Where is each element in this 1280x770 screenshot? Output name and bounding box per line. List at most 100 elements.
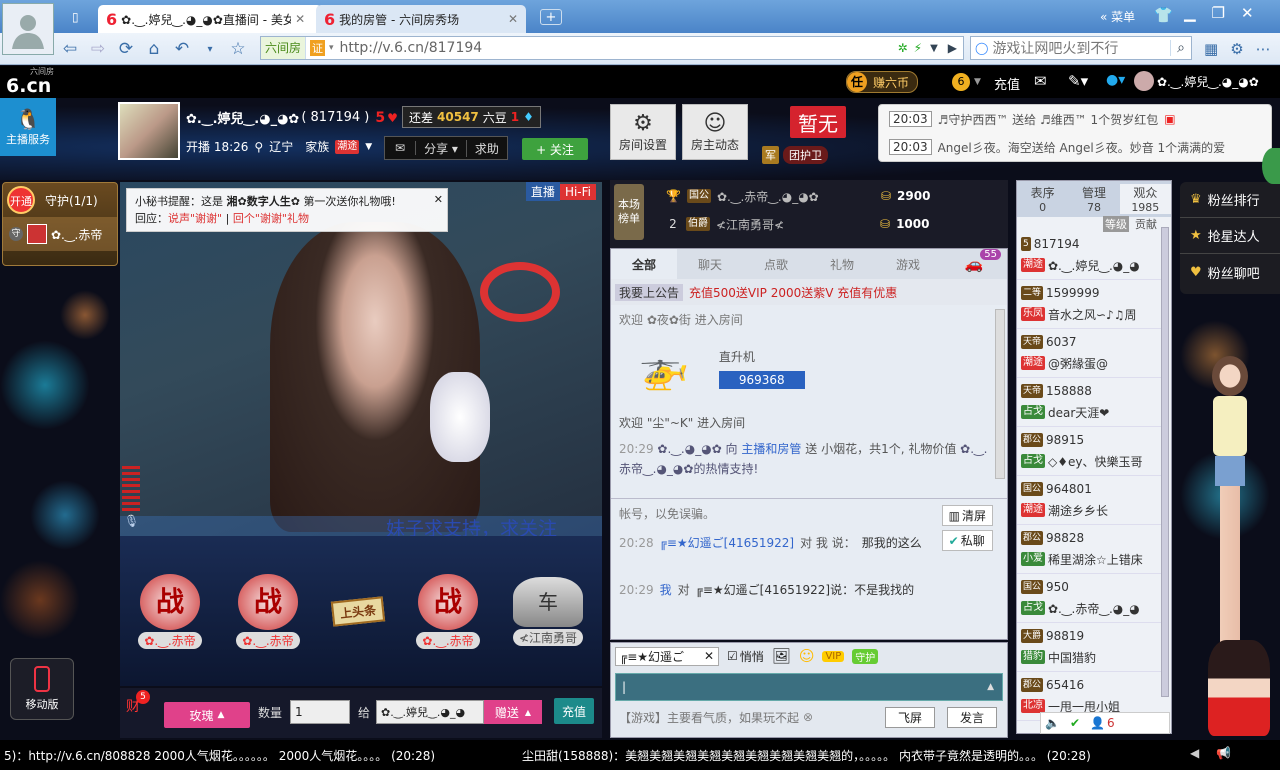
user-row[interactable]: 郡公 98828 小爱 稀里湖涂☆上错床 xyxy=(1017,525,1161,574)
lightning-icon[interactable]: ⚡ xyxy=(914,41,922,55)
user-list-scrollbar[interactable] xyxy=(1161,227,1169,697)
owner-dynamic-button[interactable]: ☺ 房主动态 xyxy=(682,104,748,160)
room-settings-button[interactable]: ⚙ 房间设置 xyxy=(610,104,676,160)
ticker-bullhorn-icon[interactable]: 📢 xyxy=(1216,746,1231,760)
chat-input[interactable]: | ▲ xyxy=(615,673,1003,701)
whisper-checkbox[interactable]: ☑ 悄悄 xyxy=(727,648,764,665)
browser-user-avatar[interactable] xyxy=(2,3,54,55)
tab-all[interactable]: 全部 xyxy=(611,249,677,279)
sort-contribution[interactable]: 贡献 xyxy=(1135,216,1157,232)
close-window-icon[interactable]: ✕ xyxy=(1241,4,1254,22)
user-row[interactable]: 国公 950 占戈 ✿.‿.赤帝‿.◕_◕ xyxy=(1017,574,1161,623)
browser-search-box[interactable]: ◯ 游戏让网吧火到不行 ⌕ xyxy=(970,36,1192,60)
overflow-icon[interactable]: ⋯ xyxy=(1256,40,1271,58)
refresh-icon[interactable]: ⟳ xyxy=(114,37,138,61)
clear-screen-button[interactable]: ▥ 清屏 xyxy=(941,505,993,526)
private-chat-button[interactable]: ✔ 私聊 xyxy=(941,530,993,551)
site-logo[interactable]: 六间房 6.cn xyxy=(6,68,54,97)
vip-emoji-button[interactable]: VIP xyxy=(822,650,845,662)
emoji-icon[interactable]: ☺ xyxy=(799,647,815,665)
guard-member[interactable]: 守 ✿.‿.赤帝 xyxy=(3,217,117,251)
close-icon[interactable]: ⊗ xyxy=(803,710,813,724)
star-grabber-button[interactable]: ★ 抢星达人 xyxy=(1180,218,1280,254)
user-menu[interactable]: ✿.‿.婷兒‿.◕_◕✿ xyxy=(1134,71,1259,91)
close-icon[interactable]: ✕ xyxy=(704,649,714,663)
user-row[interactable]: 天帝 158888 占戈 dear天涯❤ xyxy=(1017,378,1161,427)
share-button[interactable]: 分享 ▾ xyxy=(416,139,467,157)
guard-group[interactable]: 军 团护卫 xyxy=(762,146,828,164)
apps-icon[interactable]: ▦ xyxy=(1204,40,1218,58)
guard-emoji-button[interactable]: 守护 xyxy=(852,648,879,664)
tab-songs[interactable]: 点歌 xyxy=(743,249,809,279)
user-row[interactable]: 大爵 98819 猎豹 中国猎豹 xyxy=(1017,623,1161,672)
tab-admins[interactable]: 管理 78 xyxy=(1068,184,1119,214)
search-engine-icon[interactable]: ◯ xyxy=(975,41,988,55)
tab-gifts[interactable]: 礼物 xyxy=(809,249,875,279)
tab-audience[interactable]: 观众 1985 xyxy=(1119,184,1171,214)
rank-row[interactable]: 🏆 国公 ✿.‿.赤帝‿.◕_◕✿ ⛁ 2900 xyxy=(666,184,930,208)
tab-games[interactable]: 游戏 xyxy=(875,249,941,279)
skin-icon[interactable]: 👕 xyxy=(1154,6,1173,24)
recharge-link[interactable]: 充值 xyxy=(994,74,1020,93)
fan-ranking-button[interactable]: ♛ 粉丝排行 xyxy=(1180,182,1280,218)
restore-icon[interactable]: ❐ xyxy=(1212,4,1225,22)
user-row[interactable]: 天帝 6037 潮途 @粥緣蛋@ xyxy=(1017,329,1161,378)
ticker-speaker-icon[interactable]: ◀ xyxy=(1190,746,1199,760)
mobile-version-button[interactable]: 移动版 xyxy=(10,658,74,720)
edit-icon[interactable]: ✎▾ xyxy=(1068,72,1088,90)
gift-select[interactable]: 玫瑰 ▲ xyxy=(164,702,250,728)
user-row[interactable]: 郡公 98915 占戈 ◇♦ey、快樂玉哥 xyxy=(1017,427,1161,476)
sort-level[interactable]: 等级 xyxy=(1103,216,1129,232)
browser-tab[interactable]: 6 我的房管 - 六间房秀场 ✕ xyxy=(316,5,526,33)
gift-item[interactable]: 战 ✿.‿.赤帝 xyxy=(224,573,312,649)
quantity-input[interactable]: 1 xyxy=(290,700,350,724)
gift-item[interactable]: 车 ≮江南勇哥 xyxy=(502,576,594,646)
gift-bag-button[interactable]: 财 5 xyxy=(126,690,150,716)
chevron-up-icon[interactable]: ▲ xyxy=(987,682,994,692)
go-icon[interactable]: ▶ xyxy=(948,41,957,55)
menu-button[interactable]: « 菜单 xyxy=(1100,8,1135,25)
url-dropdown-icon[interactable]: ▼ xyxy=(930,43,938,54)
tab-chat[interactable]: 聊天 xyxy=(677,249,743,279)
back-icon[interactable]: ⇦ xyxy=(58,37,82,61)
forward-icon[interactable]: ⇨ xyxy=(86,37,110,61)
message-icon[interactable]: ✉ xyxy=(385,141,417,155)
gift-item[interactable]: 战 ✿.‿.赤帝 xyxy=(404,573,492,649)
new-tab-button[interactable]: + xyxy=(540,9,562,25)
fly-screen-button[interactable]: 飞屏 xyxy=(884,706,935,728)
family-badge[interactable]: 潮途 xyxy=(335,139,360,154)
chat-target-select[interactable]: ╔≡★幻遥ご ✕ xyxy=(615,646,719,666)
open-guard-button[interactable]: 开通 xyxy=(7,186,35,214)
undo-icon[interactable]: ↶ xyxy=(170,37,194,61)
address-bar[interactable]: 六间房 证 ▾ http://v.6.cn/817194 ✲ ⚡ ▼ ▶ xyxy=(260,36,964,60)
close-icon[interactable]: ✕ xyxy=(434,191,443,208)
speedup-icon[interactable]: ✲ xyxy=(898,41,908,55)
cert-badge[interactable]: 证 xyxy=(310,40,326,56)
home-icon[interactable]: ⌂ xyxy=(142,37,166,61)
browser-tab-active[interactable]: 6 ✿.‿.婷兒‿.◕_◕✿直播间 - 美女 ✕ xyxy=(98,5,322,33)
check-circle-icon[interactable]: ✔ xyxy=(1070,716,1080,730)
follow-button[interactable]: + 关注 xyxy=(522,138,588,160)
help-button[interactable]: 求助 xyxy=(467,140,507,157)
video-player[interactable]: 小秘书提醒：这是 湘✿数字人生✿ 第一次送你礼物哦! 回应：说声"谢谢" | 回… xyxy=(120,182,602,536)
settings-icon[interactable]: ⚙ xyxy=(1230,40,1243,58)
recharge-button[interactable]: 充值 xyxy=(554,698,594,724)
send-gift-button[interactable]: 赠送 ▲ xyxy=(484,700,542,724)
send-message-button[interactable]: 发言 xyxy=(946,706,997,728)
speaker-icon[interactable]: 🔈 xyxy=(1045,716,1060,730)
user-row[interactable]: 二等 1599999 乐凤 音水之风∽♪♫周 xyxy=(1017,280,1161,329)
minimize-icon[interactable]: ▁ xyxy=(1184,4,1196,22)
search-icon[interactable]: ⌕ xyxy=(1170,40,1185,56)
rank-row[interactable]: 2 伯爵 ≮江南勇哥≮ ⛁ 1000 xyxy=(666,212,929,236)
gift-item[interactable]: 战 ✿.‿.赤帝 xyxy=(126,573,214,649)
undo-dropdown-icon[interactable]: ▾ xyxy=(198,37,222,61)
recipient-select[interactable]: ✿.‿.婷兒‿.◕_◕ xyxy=(376,700,484,724)
user-row[interactable]: 5 817194 潮途 ✿.‿.婷兒‿.◕_◕ xyxy=(1017,231,1161,280)
cert-dropdown-icon[interactable]: ▾ xyxy=(329,43,334,53)
host-service-button[interactable]: 🐧 主播服务 xyxy=(0,98,56,156)
host-name[interactable]: ✿.‿.婷兒‿.◕_◕✿ xyxy=(186,108,299,127)
close-tab-icon[interactable]: ✕ xyxy=(508,12,518,26)
mail-icon[interactable]: ✉ xyxy=(1034,72,1047,90)
headline-item[interactable]: 上头条 xyxy=(322,595,394,627)
favorite-star-icon[interactable]: ☆ xyxy=(226,37,250,61)
